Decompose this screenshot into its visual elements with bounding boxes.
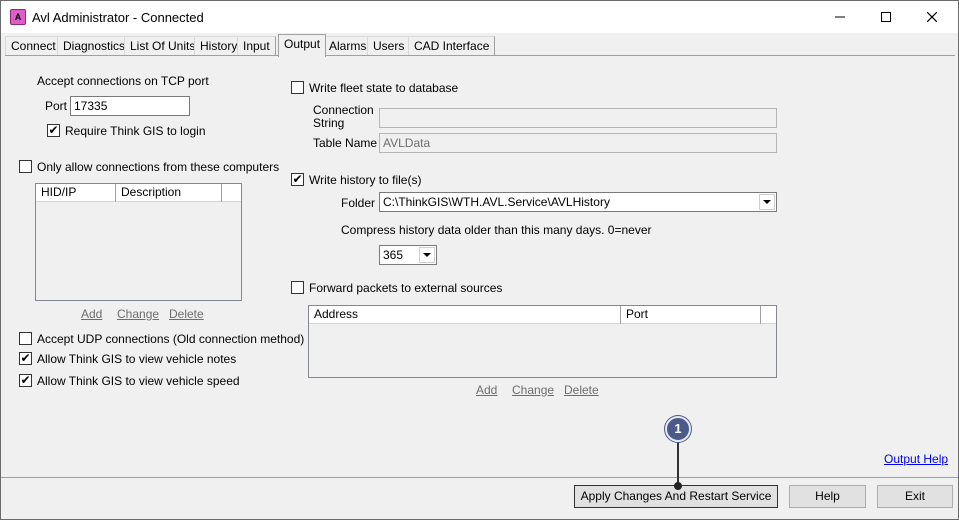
write-history-checkbox[interactable]: ✔ (291, 173, 304, 186)
right-delete-link[interactable]: Delete (564, 383, 599, 397)
right-add-link[interactable]: Add (476, 383, 497, 397)
callout-line (677, 440, 679, 486)
fleet-state-checkbox[interactable] (291, 81, 304, 94)
checkmark-icon: ✔ (292, 172, 303, 186)
external-sources-list[interactable]: Address Port (308, 305, 777, 378)
table-name-input[interactable]: AVLData (379, 133, 777, 153)
compress-label: Compress history data older than this ma… (341, 223, 652, 237)
require-login-label: Require Think GIS to login (65, 124, 206, 138)
callout-marker: 1 (665, 416, 691, 442)
list-header: Address Port (309, 306, 776, 324)
udp-label: Accept UDP connections (Old connection m… (37, 332, 305, 346)
maximize-button[interactable] (863, 1, 909, 33)
only-allow-checkbox[interactable] (19, 160, 32, 173)
folder-combo[interactable]: C:\ThinkGIS\WTH.AVL.Service\AVLHistory (379, 192, 777, 212)
title-bar: A Avl Administrator - Connected (1, 1, 958, 33)
vehicle-notes-label: Allow Think GIS to view vehicle notes (37, 352, 237, 366)
compress-days-combo[interactable]: 365 (379, 245, 437, 265)
column-port[interactable]: Port (621, 306, 761, 324)
port-label: Port (45, 99, 68, 113)
folder-label: Folder (341, 196, 376, 210)
port-input[interactable]: 17335 (70, 96, 190, 116)
list-header: HID/IP Description (36, 184, 241, 202)
compress-dropdown-button[interactable] (419, 247, 435, 263)
fleet-state-label: Write fleet state to database (309, 81, 459, 95)
connection-label-line1: Connection (313, 103, 374, 117)
folder-value: C:\ThinkGIS\WTH.AVL.Service\AVLHistory (383, 195, 610, 209)
close-icon (927, 12, 937, 22)
folder-dropdown-button[interactable] (759, 194, 775, 210)
tab-diagnostics[interactable]: Diagnostics (57, 36, 132, 56)
tab-input[interactable]: Input (237, 36, 276, 56)
bottom-separator (1, 477, 958, 478)
udp-checkbox[interactable] (19, 332, 32, 345)
chevron-down-icon (763, 199, 771, 204)
callout-dot (674, 482, 682, 490)
right-change-link[interactable]: Change (512, 383, 554, 397)
forward-packets-label: Forward packets to external sources (309, 281, 503, 295)
tab-output[interactable]: Output (278, 34, 327, 57)
checkmark-icon: ✔ (20, 351, 31, 365)
forward-packets-checkbox[interactable] (291, 281, 304, 294)
connection-string-input[interactable] (379, 108, 777, 128)
tab-cad-interface[interactable]: CAD Interface (408, 36, 496, 56)
output-help-link[interactable]: Output Help (884, 452, 948, 466)
tab-alarms[interactable]: Alarms (323, 36, 373, 56)
tab-connect[interactable]: Connect (5, 36, 62, 56)
minimize-icon (835, 16, 845, 18)
close-button[interactable] (909, 1, 955, 33)
compress-days-value: 365 (383, 248, 404, 262)
exit-button[interactable]: Exit (877, 485, 953, 508)
write-history-label: Write history to file(s) (309, 173, 422, 187)
require-login-checkbox[interactable]: ✔ (47, 124, 60, 137)
window-title: Avl Administrator - Connected (32, 10, 204, 25)
vehicle-speed-label: Allow Think GIS to view vehicle speed (37, 374, 240, 388)
maximize-icon (881, 12, 891, 22)
column-hid-ip[interactable]: HID/IP (36, 184, 116, 202)
left-add-link[interactable]: Add (81, 307, 102, 321)
left-change-link[interactable]: Change (117, 307, 159, 321)
app-window: A Avl Administrator - Connected Connect … (0, 0, 959, 520)
connection-label-line2: String (313, 116, 345, 130)
column-address[interactable]: Address (309, 306, 621, 324)
checkmark-icon: ✔ (20, 373, 31, 387)
only-allow-label: Only allow connections from these comput… (37, 160, 280, 174)
tab-history[interactable]: History (194, 36, 244, 56)
minimize-button[interactable] (817, 1, 863, 33)
checkmark-icon: ✔ (48, 123, 59, 137)
allowed-computers-list[interactable]: HID/IP Description (35, 183, 242, 301)
chevron-down-icon (423, 252, 431, 257)
table-name-label: Table Name (313, 136, 378, 150)
tcp-port-heading: Accept connections on TCP port (37, 74, 209, 88)
help-button[interactable]: Help (789, 485, 866, 508)
tab-list-of-units[interactable]: List Of Units (124, 36, 202, 56)
vehicle-speed-checkbox[interactable]: ✔ (19, 374, 32, 387)
tab-users[interactable]: Users (367, 36, 411, 56)
column-description[interactable]: Description (116, 184, 222, 202)
app-icon: A (10, 9, 26, 25)
left-delete-link[interactable]: Delete (169, 307, 204, 321)
vehicle-notes-checkbox[interactable]: ✔ (19, 352, 32, 365)
